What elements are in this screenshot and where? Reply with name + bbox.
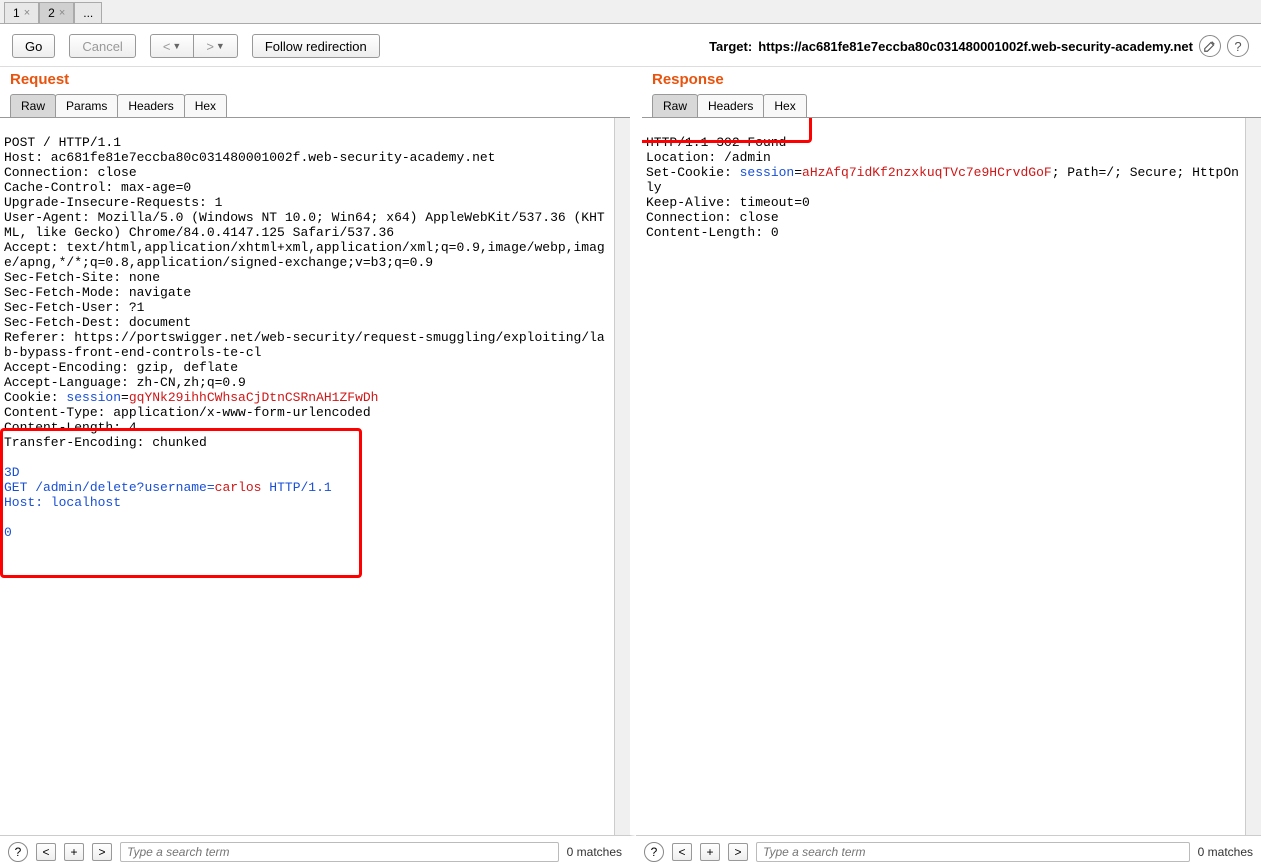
follow-redirection-button[interactable]: Follow redirection (252, 34, 380, 58)
cancel-button[interactable]: Cancel (69, 34, 135, 58)
request-pane: Request Raw Params Headers Hex POST / HT… (0, 67, 636, 835)
prev-button[interactable]: <▼ (150, 34, 195, 58)
search-add-button[interactable]: + (700, 843, 720, 861)
search-next-button[interactable]: > (728, 843, 748, 861)
history-nav: <▼ >▼ (150, 34, 238, 58)
go-button[interactable]: Go (12, 34, 55, 58)
target-label: Target: (709, 39, 752, 54)
request-search-footer: ? < + > 0 matches (0, 835, 636, 868)
tab-label: ... (83, 6, 93, 20)
search-input[interactable] (756, 842, 1190, 862)
next-button[interactable]: >▼ (193, 34, 238, 58)
tab-headers[interactable]: Headers (697, 94, 764, 117)
footers: ? < + > 0 matches ? < + > 0 matches (0, 835, 1261, 868)
content-area: Request Raw Params Headers Hex POST / HT… (0, 67, 1261, 835)
tab-hex[interactable]: Hex (184, 94, 227, 117)
tab-label: 1 (13, 6, 20, 20)
main-tab-more[interactable]: ... (74, 2, 102, 23)
tab-raw[interactable]: Raw (652, 94, 698, 117)
help-icon[interactable]: ? (644, 842, 664, 862)
chevron-down-icon: ▼ (172, 41, 181, 51)
search-add-button[interactable]: + (64, 843, 84, 861)
response-subtabs: Raw Headers Hex (642, 94, 1261, 117)
search-prev-button[interactable]: < (36, 843, 56, 861)
match-count: 0 matches (1198, 845, 1253, 859)
request-editor[interactable]: POST / HTTP/1.1 Host: ac681fe81e7eccba80… (0, 118, 614, 835)
tab-params[interactable]: Params (55, 94, 118, 117)
search-next-button[interactable]: > (92, 843, 112, 861)
response-search-footer: ? < + > 0 matches (636, 835, 1261, 868)
search-input[interactable] (120, 842, 559, 862)
main-tab-1[interactable]: 1 × (4, 2, 39, 23)
main-tab-2[interactable]: 2 × (39, 2, 74, 23)
response-title: Response (642, 67, 1261, 94)
help-icon[interactable]: ? (1227, 35, 1249, 57)
close-icon[interactable]: × (24, 7, 30, 19)
chevron-down-icon: ▼ (216, 41, 225, 51)
close-icon[interactable]: × (59, 7, 65, 19)
request-title: Request (0, 67, 630, 94)
tab-headers[interactable]: Headers (117, 94, 184, 117)
search-prev-button[interactable]: < (672, 843, 692, 861)
tab-label: 2 (48, 6, 55, 20)
edit-target-icon[interactable] (1199, 35, 1221, 57)
tab-hex[interactable]: Hex (763, 94, 806, 117)
request-editor-wrap: POST / HTTP/1.1 Host: ac681fe81e7eccba80… (0, 117, 630, 835)
help-icon[interactable]: ? (8, 842, 28, 862)
request-subtabs: Raw Params Headers Hex (0, 94, 630, 117)
main-tab-bar: 1 × 2 × ... (0, 0, 1261, 24)
response-editor[interactable]: HTTP/1.1 302 Found Location: /admin Set-… (642, 118, 1245, 835)
target-url: https://ac681fe81e7eccba80c031480001002f… (758, 39, 1193, 54)
scrollbar[interactable] (1245, 118, 1261, 835)
response-editor-wrap: HTTP/1.1 302 Found Location: /admin Set-… (642, 117, 1261, 835)
tab-raw[interactable]: Raw (10, 94, 56, 117)
response-pane: Response Raw Headers Hex HTTP/1.1 302 Fo… (642, 67, 1261, 835)
scrollbar[interactable] (614, 118, 630, 835)
match-count: 0 matches (567, 845, 622, 859)
toolbar: Go Cancel <▼ >▼ Follow redirection Targe… (0, 24, 1261, 67)
target-row: Target: https://ac681fe81e7eccba80c03148… (709, 35, 1249, 57)
